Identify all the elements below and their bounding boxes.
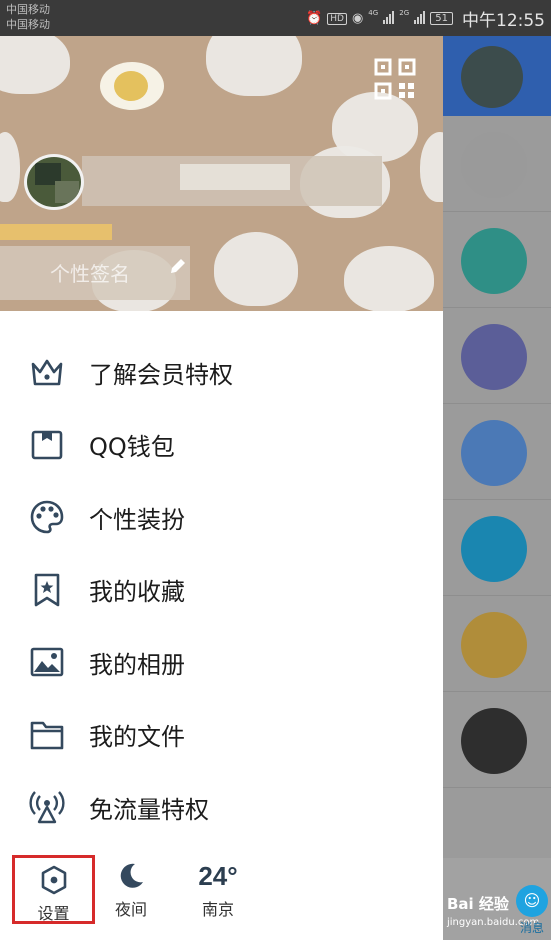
menu-item-label: QQ钱包 [89, 433, 175, 462]
list-item[interactable] [443, 116, 551, 212]
menu-item-label: 我的文件 [89, 723, 185, 752]
menu-item-album[interactable]: 我的相册 [0, 626, 443, 699]
bottom-navigation: Bai 经验 jingyan.baidu.com ☺ 消息 [443, 858, 551, 940]
status-time: 中午12:55 [462, 11, 545, 31]
qr-code-icon[interactable] [374, 58, 416, 100]
menu-item-label: 我的相册 [89, 650, 185, 679]
alarm-icon: ⏰ [306, 11, 323, 26]
dumpling-pattern [344, 246, 434, 311]
city-label: 南京 [201, 900, 234, 919]
menu-item-personalize[interactable]: 个性装扮 [0, 481, 443, 554]
edit-pencil-icon[interactable] [168, 256, 188, 276]
nickname-pixelated [180, 164, 290, 190]
signature-text: 个性签名 [50, 262, 130, 286]
avatar [461, 324, 527, 390]
menu-item-free-data[interactable]: 免流量特权 [0, 771, 443, 844]
list-item[interactable] [443, 596, 551, 692]
drawer-menu: 了解会员特权 QQ钱包 个性装扮 我的收藏 我的相册 我的文件 免流量特权 [0, 336, 443, 844]
egg-pattern [100, 62, 164, 110]
dumpling-pattern [206, 36, 302, 96]
profile-header[interactable]: 个性签名 [0, 36, 443, 311]
moon-icon [108, 858, 154, 894]
signal-1-icon: 4G [368, 9, 395, 28]
tab-messages[interactable]: ☺ 消息 [515, 885, 549, 936]
list-item[interactable] [443, 404, 551, 500]
night-mode-button[interactable]: 夜间 [108, 858, 154, 920]
tab-messages-label: 消息 [519, 921, 544, 935]
menu-item-label: 个性装扮 [89, 505, 185, 534]
night-mode-label: 夜间 [114, 900, 147, 919]
menu-item-qq-wallet[interactable]: QQ钱包 [0, 409, 443, 482]
chat-bubble-icon: ☺ [516, 885, 548, 917]
background-avatar [461, 46, 523, 108]
photo-icon [28, 643, 66, 681]
list-item[interactable] [443, 692, 551, 788]
background-header [443, 36, 551, 116]
dumpling-pattern [0, 36, 70, 94]
list-item[interactable] [443, 212, 551, 308]
carrier-info: 中国移动 中国移动 [6, 2, 50, 32]
eye-icon: ◉ [351, 11, 364, 26]
list-item[interactable] [443, 500, 551, 596]
hd-badge: HD [327, 12, 347, 25]
temperature-value: 24° [198, 861, 238, 891]
dumpling-pattern [0, 132, 20, 202]
avatar[interactable] [24, 154, 84, 210]
menu-item-label: 免流量特权 [89, 795, 209, 824]
menu-item-label: 了解会员特权 [89, 360, 233, 389]
menu-item-label: 我的收藏 [89, 578, 185, 607]
menu-item-files[interactable]: 我的文件 [0, 699, 443, 772]
crown-icon [28, 353, 66, 391]
menu-item-vip-privileges[interactable]: 了解会员特权 [0, 336, 443, 409]
dumpling-pattern [214, 232, 298, 306]
settings-button[interactable]: 设置 [12, 855, 95, 924]
background-conversation-list[interactable]: Bai 经验 jingyan.baidu.com ☺ 消息 [443, 36, 551, 940]
settings-label: 设置 [37, 904, 70, 923]
signal-2-icon: 2G [399, 9, 426, 28]
list-item[interactable] [443, 308, 551, 404]
battery-icon: 51 [430, 12, 453, 25]
folder-icon [28, 716, 66, 754]
avatar [461, 612, 527, 678]
dumpling-pattern [420, 132, 443, 202]
status-bar: 中国移动 中国移动 ⏰ HD ◉ 4G 2G 51 中午12:55 [0, 0, 551, 36]
avatar [461, 708, 527, 774]
status-icons: ⏰ HD ◉ 4G 2G 51 中午12:55 [306, 6, 545, 31]
carrier-2: 中国移动 [6, 18, 50, 31]
avatar [461, 132, 527, 198]
watermark-text: Bai 经验 [447, 895, 509, 913]
menu-item-favorites[interactable]: 我的收藏 [0, 554, 443, 627]
drawer-footer: 设置 夜间 24° 南京 [0, 855, 443, 940]
avatar [461, 516, 527, 582]
antenna-icon [28, 788, 66, 826]
carrier-1: 中国移动 [6, 3, 50, 16]
side-drawer: 个性签名 了解会员特权 QQ钱包 个性装扮 我的收藏 我的相册 我的文件 免流量… [0, 36, 443, 940]
bookmark-star-icon [28, 571, 66, 609]
wallet-icon [28, 426, 66, 464]
avatar [461, 420, 527, 486]
avatar [461, 228, 527, 294]
weather-widget[interactable]: 24° 南京 [190, 858, 246, 920]
palette-icon [28, 498, 66, 536]
settings-hexagon-icon [15, 862, 92, 898]
vip-level-badge [0, 224, 112, 240]
